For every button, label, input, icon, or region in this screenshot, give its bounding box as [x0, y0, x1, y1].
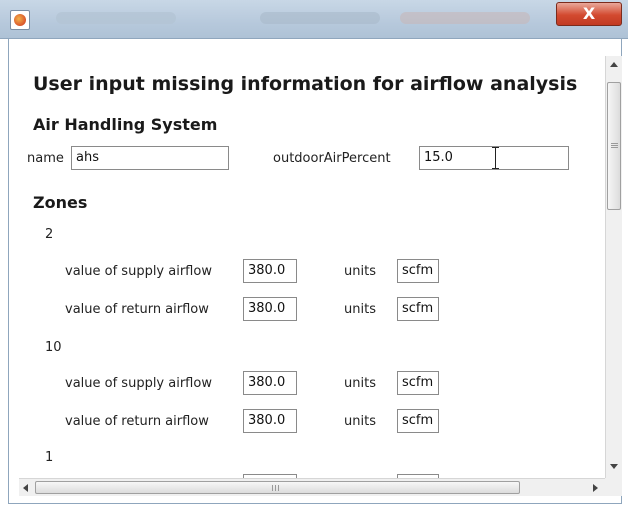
- units-field[interactable]: scfm: [397, 409, 439, 433]
- vertical-scrollbar[interactable]: [605, 56, 622, 478]
- scroll-viewport[interactable]: User input missing information for airfl…: [19, 56, 605, 478]
- page-title: User input missing information for airfl…: [33, 73, 578, 95]
- supply-airflow-field[interactable]: 380.0: [243, 259, 297, 283]
- scroll-corner: [605, 478, 622, 496]
- zone-id: 10: [45, 340, 62, 355]
- outdoor-air-percent-field[interactable]: 15.0: [419, 146, 569, 170]
- section-heading-air-handling: Air Handling System: [33, 115, 218, 134]
- zone-id: 2: [45, 227, 54, 242]
- dialog-window: X User input missing information for air…: [0, 0, 628, 514]
- title-text-blurred: [260, 12, 380, 24]
- close-icon: X: [582, 4, 596, 23]
- units-label: units: [344, 302, 376, 317]
- scroll-up-icon[interactable]: [610, 62, 618, 67]
- name-field[interactable]: ahs: [71, 146, 229, 170]
- horizontal-scroll-thumb[interactable]: [35, 481, 520, 494]
- return-airflow-label: value of return airflow: [65, 302, 209, 317]
- grip-icon: [611, 143, 618, 149]
- units-label: units: [344, 376, 376, 391]
- text-cursor-icon: [492, 147, 499, 169]
- units-field[interactable]: scfm: [397, 371, 439, 395]
- grip-icon: [272, 485, 280, 491]
- supply-airflow-label: value of supply airflow: [65, 376, 212, 391]
- return-airflow-field[interactable]: 380.0: [243, 409, 297, 433]
- title-text-blurred: [56, 12, 176, 24]
- title-text-blurred: [400, 12, 530, 24]
- units-field[interactable]: scfm: [397, 259, 439, 283]
- supply-airflow-label: value of supply airflow: [65, 264, 212, 279]
- section-heading-zones: Zones: [33, 193, 88, 212]
- units-label: units: [344, 264, 376, 279]
- title-bar[interactable]: X: [0, 0, 628, 39]
- vertical-scroll-thumb[interactable]: [607, 82, 621, 210]
- return-airflow-label: value of return airflow: [65, 414, 209, 429]
- close-button[interactable]: X: [556, 2, 622, 26]
- zone-id: 1: [45, 450, 54, 465]
- return-airflow-field[interactable]: 380.0: [243, 297, 297, 321]
- scroll-right-icon[interactable]: [593, 484, 598, 492]
- name-label: name: [27, 151, 64, 166]
- outdoor-air-percent-value: 15.0: [424, 150, 453, 165]
- horizontal-scrollbar[interactable]: [19, 478, 605, 496]
- app-icon: [10, 10, 30, 30]
- scroll-down-icon[interactable]: [610, 464, 618, 469]
- units-field[interactable]: scfm: [397, 297, 439, 321]
- units-label: units: [344, 414, 376, 429]
- outdoor-air-percent-label: outdoorAirPercent: [273, 151, 391, 166]
- supply-airflow-field[interactable]: 380.0: [243, 371, 297, 395]
- scroll-left-icon[interactable]: [23, 484, 28, 492]
